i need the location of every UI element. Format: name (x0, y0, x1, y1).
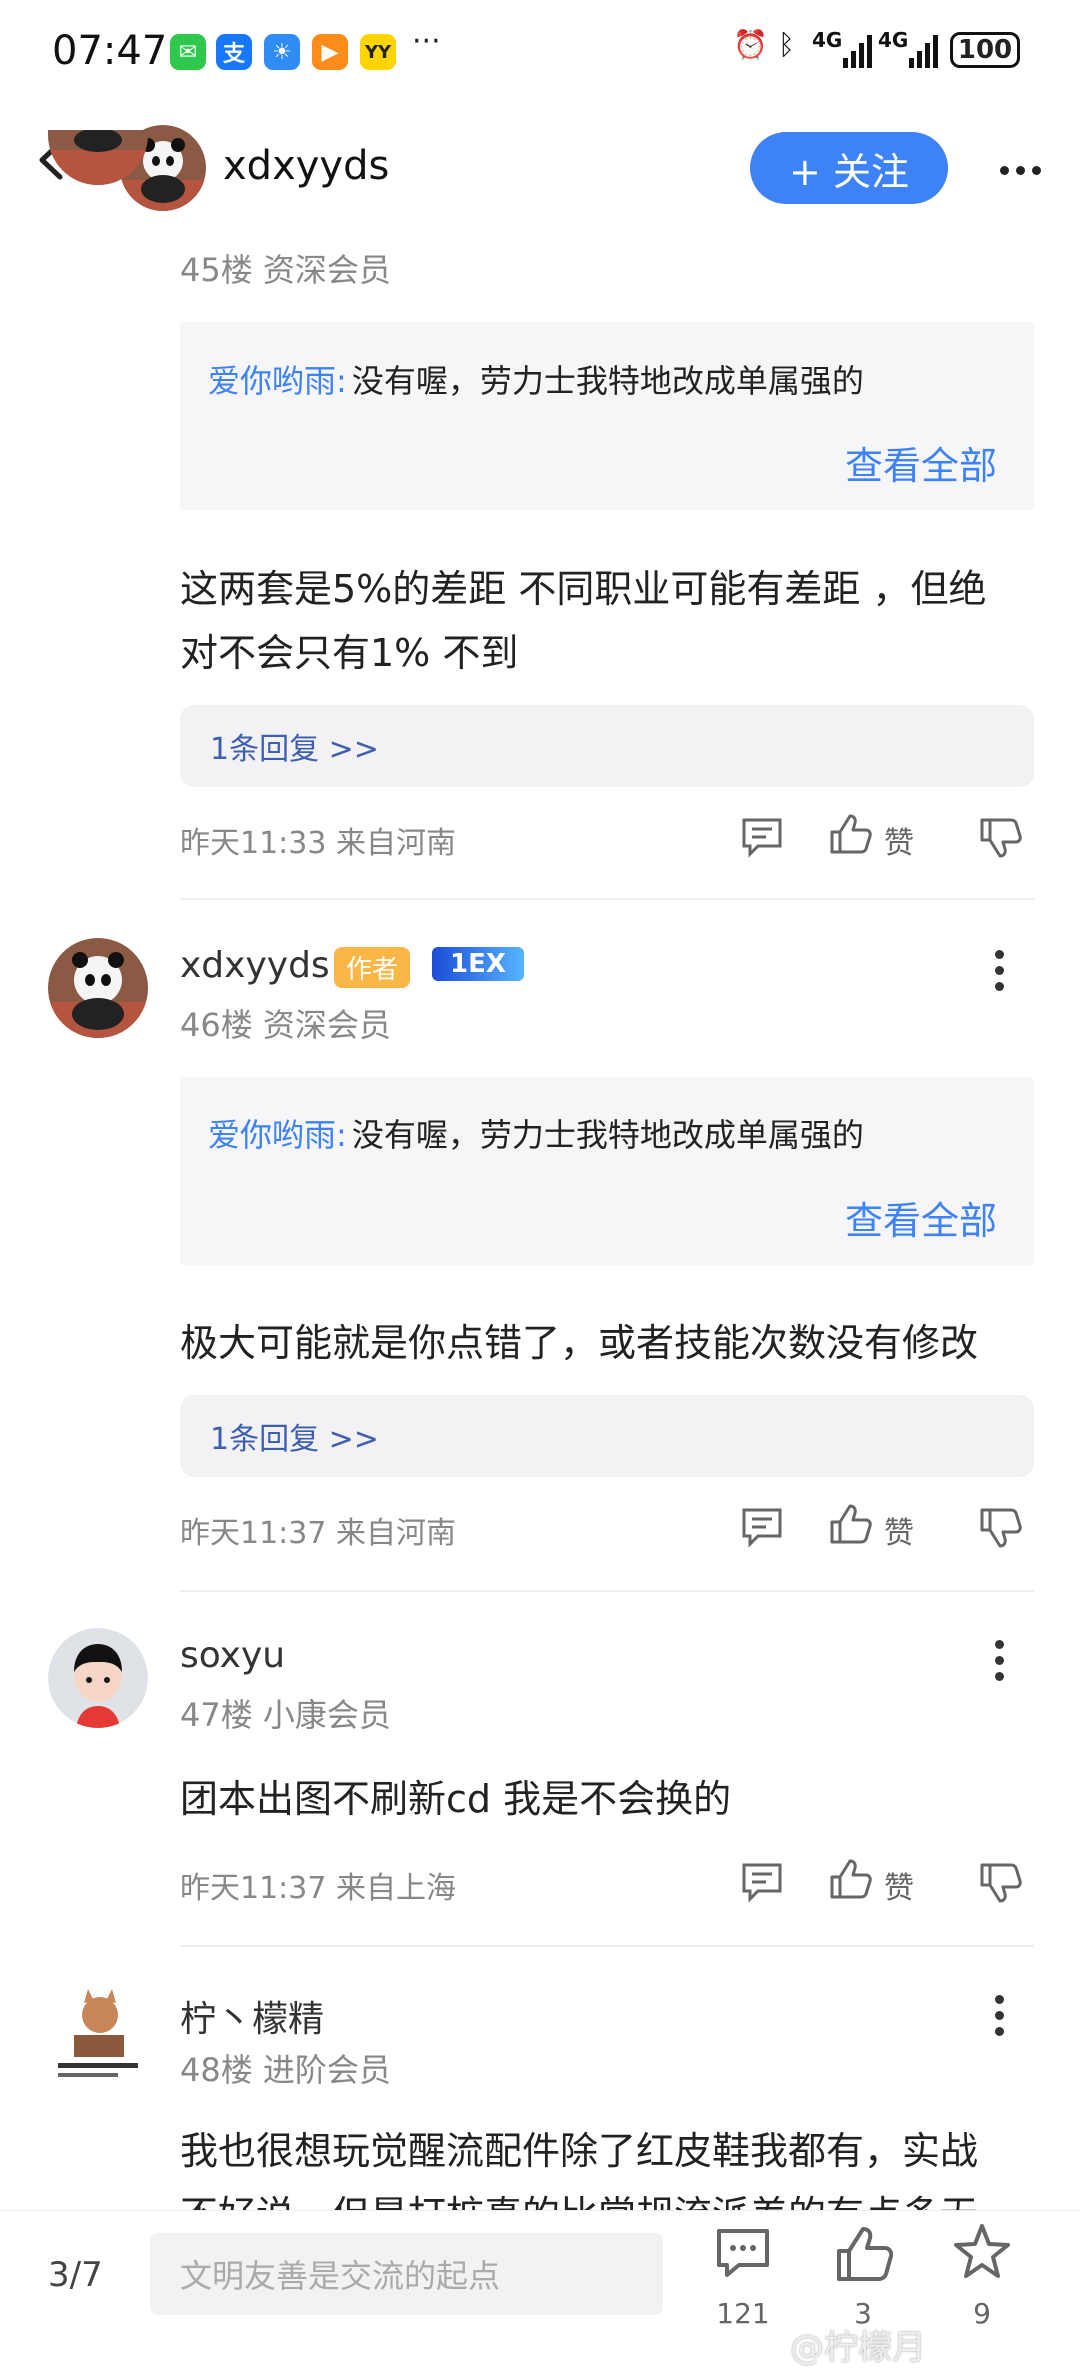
view-all-link[interactable]: 查看全部 (845, 1190, 997, 1245)
comment-text-line: 对不会只有1% 不到 (180, 631, 519, 675)
comment-menu-icon[interactable] (995, 950, 1004, 998)
avatar[interactable] (48, 1985, 148, 2085)
comment-username[interactable]: 柠丶檬精 (180, 1990, 324, 2042)
page-indicator[interactable]: 3/7 (48, 2255, 103, 2295)
favorite-count: 9 (973, 2297, 991, 2330)
quote-text: 没有喔，劳力士我特地改成单属强的 (351, 1116, 864, 1154)
dislike-icon[interactable] (978, 1861, 1022, 1909)
signal-icon-1 (843, 34, 873, 72)
like-label[interactable]: 赞 (884, 1863, 914, 1907)
divider (180, 898, 1034, 900)
like-label[interactable]: 赞 (884, 1508, 914, 1552)
header-username[interactable]: xdxyyds (223, 143, 389, 189)
status-time: 07:47 (52, 28, 168, 74)
quote-line: 爱你哟雨: 没有喔，劳力士我特地改成单属强的 (208, 1110, 864, 1156)
comment-icon[interactable] (713, 2225, 773, 2285)
comment-text: 极大可能就是你点错了，或者技能次数没有修改 (180, 1321, 979, 1365)
floor-label: 45楼 资深会员 (180, 251, 391, 289)
comment-input[interactable]: 文明友善是交流的起点 (150, 2233, 663, 2315)
dislike-icon[interactable] (978, 816, 1022, 864)
level-badge: 1EX (432, 947, 524, 981)
comment-text-line: 我也很想玩觉醒流配件除了红皮鞋我都有，实战 (180, 2129, 979, 2173)
reply-icon[interactable] (740, 1506, 784, 1552)
floor-label: 48楼 进阶会员 (180, 2051, 391, 2089)
reply-icon[interactable] (740, 816, 784, 862)
comment-menu-icon[interactable] (995, 1995, 1004, 2043)
battery-indicator: 100 (950, 32, 1020, 68)
author-tag: 作者 (334, 947, 411, 988)
more-notifications: ··· (412, 24, 441, 59)
signal-icon-2 (909, 34, 939, 72)
view-all-link[interactable]: 查看全部 (845, 435, 997, 490)
wechat-icon: ✉ (170, 34, 206, 70)
network-label-1: 4G (812, 28, 843, 52)
yy-icon: YY (360, 34, 396, 70)
divider (180, 1945, 1034, 1947)
floor-label: 47楼 小康会员 (180, 1696, 391, 1734)
alarm-icon: ⏰ (733, 28, 768, 61)
bluetooth-icon: ᛒ (778, 28, 795, 61)
comment-meta: 昨天11:37 来自河南 (180, 1516, 456, 1551)
comment-meta: 昨天11:37 来自上海 (180, 1871, 456, 1906)
more-options-icon[interactable] (1000, 160, 1048, 179)
weather-icon: ☀ (264, 34, 300, 70)
video-app-icon: ▶ (312, 34, 348, 70)
like-icon[interactable] (828, 812, 872, 860)
watermark: @柠檬月 (790, 2328, 926, 2368)
like-icon[interactable] (833, 2225, 894, 2287)
favorite-star-icon[interactable] (952, 2222, 1012, 2286)
like-label[interactable]: 赞 (884, 818, 914, 862)
quote-user[interactable]: 爱你哟雨: (208, 1116, 347, 1154)
quote-line: 爱你哟雨: 没有喔，劳力士我特地改成单属强的 (208, 356, 864, 402)
quote-user[interactable]: 爱你哟雨: (208, 362, 347, 400)
quote-text: 没有喔，劳力士我特地改成单属强的 (351, 362, 864, 400)
follow-button[interactable]: + 关注 (750, 132, 948, 204)
divider (180, 1590, 1034, 1592)
comment-count: 121 (716, 2297, 770, 2330)
avatar[interactable] (48, 1628, 148, 1728)
floor-label: 46楼 资深会员 (180, 1006, 391, 1044)
comment-menu-icon[interactable] (995, 1640, 1004, 1688)
like-icon[interactable] (828, 1857, 872, 1905)
comment-username[interactable]: xdxyyds (180, 945, 330, 986)
replies-link[interactable]: 1条回复 >> (180, 1395, 1034, 1477)
replies-link[interactable]: 1条回复 >> (180, 705, 1034, 787)
alipay-icon: 支 (216, 34, 252, 70)
comment-meta: 昨天11:33 来自河南 (180, 826, 456, 861)
network-label-2: 4G (878, 28, 909, 52)
like-icon[interactable] (828, 1502, 872, 1550)
comment-text-line: 这两套是5%的差距 不同职业可能有差距 ，但绝 (180, 567, 987, 611)
reply-icon[interactable] (740, 1861, 784, 1907)
comment-username[interactable]: soxyu (180, 1635, 285, 1676)
dislike-icon[interactable] (978, 1506, 1022, 1554)
comment-text: 团本出图不刷新cd 我是不会换的 (180, 1777, 732, 1821)
avatar[interactable] (48, 938, 148, 1038)
